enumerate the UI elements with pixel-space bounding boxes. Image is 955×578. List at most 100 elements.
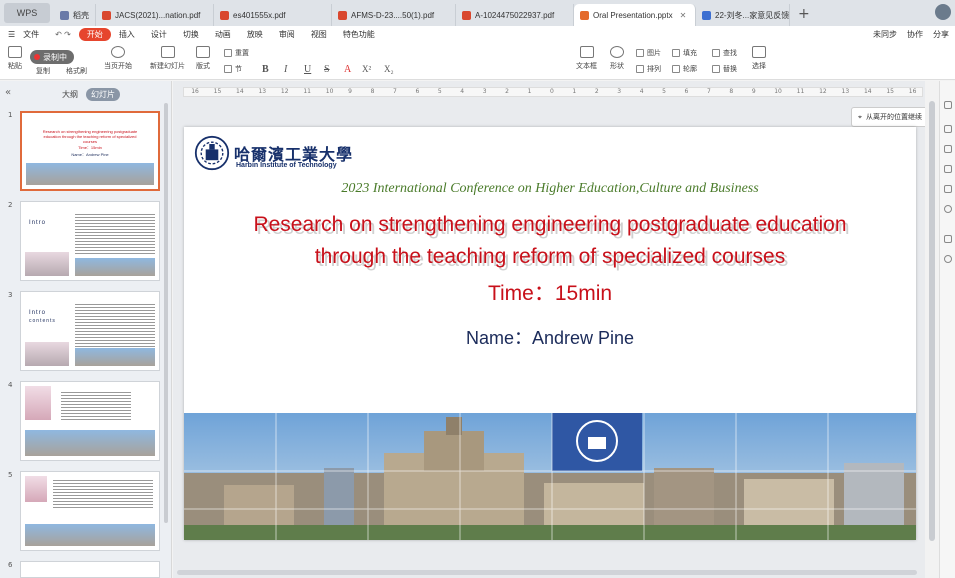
bold-button[interactable]: B: [262, 64, 269, 75]
tab-feedback-doc[interactable]: 22-刘冬...家意见反馈: [696, 4, 790, 26]
ruler-tick-label: 9: [751, 88, 756, 95]
campus-banner-image: [184, 413, 916, 540]
ruler-tick-label: 16: [908, 88, 917, 95]
slide-thumbnail-3[interactable]: Intro contents: [20, 291, 160, 371]
history-icon[interactable]: [944, 205, 952, 213]
properties-icon[interactable]: [944, 101, 952, 109]
ruler-tick-label: 6: [415, 88, 420, 95]
tab-label: Oral Presentation.pptx: [593, 10, 673, 20]
arrange-button[interactable]: 排列: [636, 64, 661, 74]
animation-pane-icon[interactable]: [944, 125, 952, 133]
menu-view[interactable]: 视图: [303, 29, 335, 40]
slide-thumbnail-4[interactable]: [20, 381, 160, 461]
wps-logo[interactable]: WPS: [4, 3, 50, 23]
format-painter-button[interactable]: 格式刷: [66, 66, 87, 76]
thumb-intro: Intro: [29, 220, 47, 226]
ruler-tick-label: 15: [213, 88, 222, 95]
subscript-button[interactable]: X₂: [384, 64, 394, 74]
layout-icon: [196, 46, 210, 58]
tab-outline[interactable]: 大纲: [62, 89, 78, 100]
collaborate-button[interactable]: 协作: [907, 29, 923, 40]
superscript-button[interactable]: X²: [362, 64, 371, 74]
share-icon[interactable]: [944, 235, 952, 243]
undo-icon[interactable]: ↶ ↷: [47, 30, 79, 39]
menu-slideshow[interactable]: 放映: [239, 29, 271, 40]
scrollbar-thumb[interactable]: [929, 101, 935, 541]
thumb-cherry-image: [25, 252, 69, 276]
select-button[interactable]: 选择: [752, 46, 766, 71]
ruler-tick-label: 2: [505, 88, 509, 95]
resume-position-tooltip[interactable]: ⌖ 从离开的位置继续: [851, 107, 929, 127]
arrange-icon: [636, 65, 644, 73]
section-button[interactable]: 节: [224, 64, 242, 74]
copy-button[interactable]: 复制: [36, 66, 50, 76]
panel-scrollbar[interactable]: [164, 103, 168, 523]
shape-button[interactable]: 形状: [610, 46, 624, 71]
horizontal-scrollbar[interactable]: [177, 570, 917, 575]
pdf-icon: [102, 10, 111, 20]
replace-button[interactable]: 替换: [712, 64, 737, 74]
thumb-intro: Intro: [29, 310, 47, 316]
slide-thumbnail-5[interactable]: [20, 471, 160, 551]
menu-design[interactable]: 设计: [143, 29, 175, 40]
image-tools-icon[interactable]: [944, 165, 952, 173]
font-color-button[interactable]: A: [344, 64, 351, 75]
text-box-button[interactable]: 文本框: [576, 46, 597, 71]
recording-indicator[interactable]: 录制中: [30, 50, 74, 64]
slide-thumbnail-2[interactable]: Intro: [20, 201, 160, 281]
menu-insert[interactable]: 插入: [111, 29, 143, 40]
share-button[interactable]: 分享: [933, 29, 949, 40]
ruler-tick-label: 14: [236, 88, 244, 95]
fill-button[interactable]: 填充: [672, 48, 697, 58]
tab-label: AFMS-D-23....50(1).pdf: [351, 10, 435, 20]
thumb-building-image: [25, 430, 155, 456]
tab-daoke[interactable]: 稻壳: [54, 4, 96, 26]
slide-thumbnail-1[interactable]: Research on strengthening engineering po…: [20, 111, 160, 191]
tab-oral-presentation[interactable]: Oral Presentation.pptx ✕: [574, 4, 696, 26]
find-button[interactable]: 查找: [712, 48, 737, 58]
pdf-icon: [220, 10, 229, 20]
edit-icon[interactable]: [944, 185, 952, 193]
current-slide[interactable]: 哈爾濱工業大學 Harbin Institute of Technology 2…: [184, 127, 916, 540]
ruler-tick-label: 1: [527, 88, 532, 95]
underline-button[interactable]: U: [304, 64, 311, 75]
section-icon: [224, 65, 232, 73]
slide-editing-canvas: 16 15 14 13 12 11 10 9 8 7 6 5 4 3 2 1 0 1 2 3 4 5 6 7 8 9 10 11 12 1…: [173, 81, 939, 578]
ruler-tick-label: 9: [348, 88, 352, 95]
play-from-current-button[interactable]: 当页开始: [104, 46, 132, 71]
avatar[interactable]: [935, 4, 951, 20]
paste-button[interactable]: 粘贴: [8, 46, 22, 71]
close-icon[interactable]: ✕: [680, 11, 687, 20]
outline-button[interactable]: 轮廓: [672, 64, 697, 74]
menu-special[interactable]: 特色功能: [335, 29, 383, 40]
presenter-name: Name：Andrew Pine: [465, 328, 635, 348]
new-slide-icon: [160, 46, 175, 58]
record-dot-icon: [34, 54, 40, 60]
menu-review[interactable]: 审阅: [271, 29, 303, 40]
menu-file[interactable]: 文件: [23, 29, 47, 40]
new-slide-button[interactable]: 新建幻灯片: [150, 46, 185, 71]
vertical-scrollbar[interactable]: [925, 81, 939, 578]
copy-style-icon[interactable]: [944, 145, 952, 153]
sync-status[interactable]: 未同步: [873, 29, 897, 40]
tab-pdf-afms[interactable]: AFMS-D-23....50(1).pdf: [332, 4, 456, 26]
new-tab-button[interactable]: +: [790, 6, 818, 26]
slide-thumbnail-6[interactable]: [20, 561, 160, 578]
tab-pdf-es[interactable]: es401555x.pdf: [214, 4, 332, 26]
layout-button[interactable]: 版式: [196, 46, 210, 71]
collapse-panel-icon[interactable]: «: [5, 87, 11, 98]
tab-pdf-a1024[interactable]: A-1024475022937.pdf: [456, 4, 574, 26]
thumb-cherry-image: [25, 386, 51, 420]
menu-animation[interactable]: 动画: [207, 29, 239, 40]
menu-transition[interactable]: 切换: [175, 29, 207, 40]
picture-button[interactable]: 图片: [636, 48, 661, 58]
reset-button[interactable]: 重置: [224, 48, 249, 58]
menu-home[interactable]: 开始: [78, 27, 111, 41]
menu-right-actions: 未同步 协作 分享: [873, 29, 949, 40]
tab-slides[interactable]: 幻灯片: [86, 88, 120, 101]
strikethrough-button[interactable]: S: [324, 64, 330, 75]
tab-pdf-jacs[interactable]: JACS(2021)...nation.pdf: [96, 4, 214, 26]
italic-button[interactable]: I: [284, 64, 287, 75]
settings-icon[interactable]: [944, 255, 952, 263]
hamburger-menu-icon[interactable]: ☰: [0, 30, 23, 39]
